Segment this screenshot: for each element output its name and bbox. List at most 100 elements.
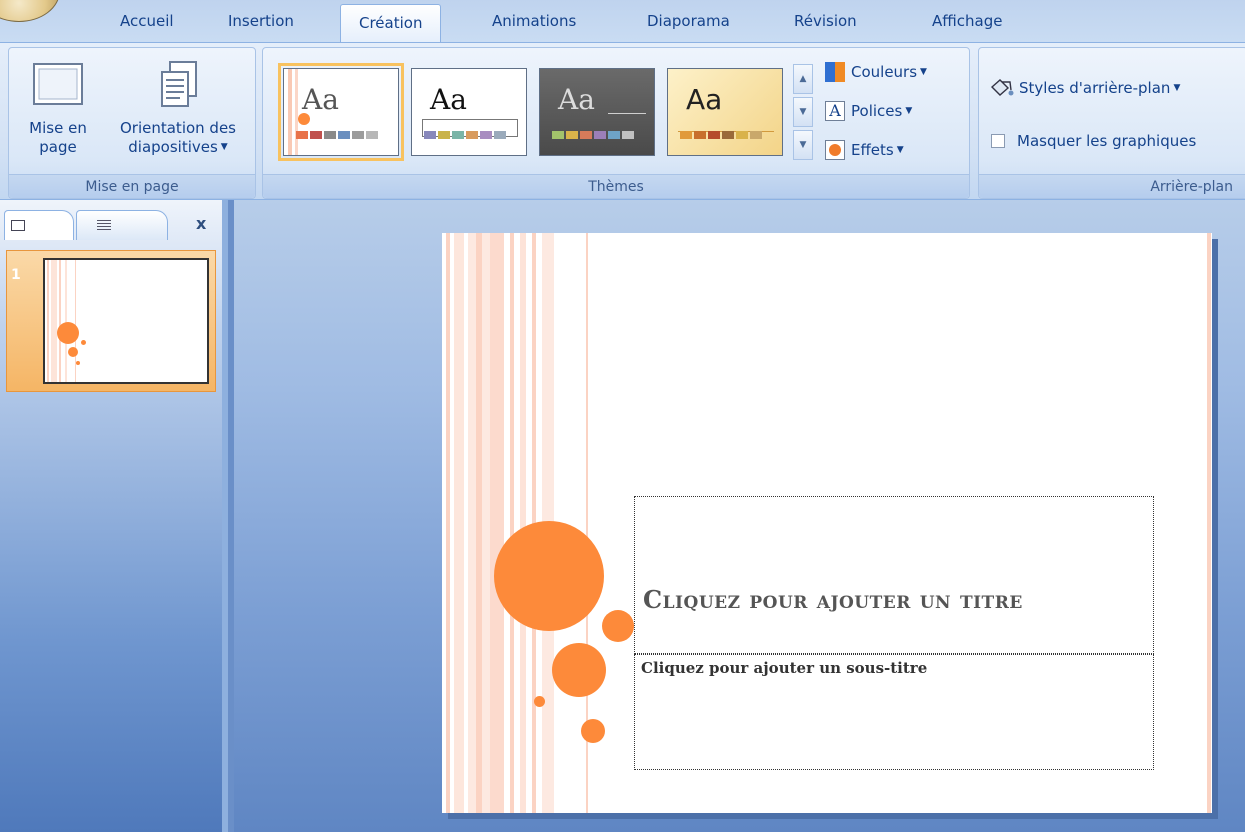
- slide-number: 1: [11, 267, 21, 283]
- slide-stripe: [1207, 233, 1211, 813]
- polices-button[interactable]: A Polices ▼: [825, 101, 912, 121]
- decor-circle: [581, 719, 605, 743]
- ribbon-tab-bar: Accueil Insertion Création Animations Di…: [0, 0, 1245, 44]
- background-styles-label: Styles d'arrière-plan: [1019, 79, 1171, 97]
- slide-subtitle-text: Cliquez pour ajouter un sous-titre: [641, 659, 928, 677]
- theme-thumbnail-2[interactable]: Aa: [411, 68, 527, 156]
- outline-icon: [97, 220, 111, 231]
- page-setup-icon: [33, 63, 83, 105]
- tab-creation[interactable]: Création: [340, 4, 442, 44]
- group-themes: Aa Aa Aa Aa ▲ ▼ ▼ Couleurs ▼ A Polices ▼…: [262, 47, 970, 199]
- slide-title-text: Cliquez pour ajouter un titre: [643, 585, 1023, 614]
- theme-stripe: [288, 69, 292, 155]
- theme-color-swatch: [424, 131, 508, 139]
- couleurs-button[interactable]: Couleurs ▼: [825, 62, 927, 82]
- theme-preview-text: Aa: [302, 83, 339, 116]
- thumb-stripe: [51, 260, 57, 382]
- thumb-stripe: [47, 260, 49, 382]
- slide-stripe: [520, 233, 526, 813]
- checkbox-icon[interactable]: [991, 134, 1005, 148]
- slide-stripe: [490, 233, 504, 813]
- slide-thumbnail-1[interactable]: 1: [6, 250, 216, 392]
- effets-button[interactable]: Effets ▼: [825, 140, 904, 160]
- decor-circle-large: [494, 521, 604, 631]
- theme-color-swatch: [552, 131, 636, 139]
- dropdown-arrow-icon: ▼: [905, 106, 913, 116]
- slide-canvas[interactable]: Cliquez pour ajouter un titre Cliquez po…: [442, 233, 1212, 813]
- theme-fonts-icon: A: [825, 101, 845, 121]
- tab-animations[interactable]: Animations: [490, 0, 578, 42]
- theme-colors-icon: [825, 62, 845, 82]
- decor-circle-medium: [552, 643, 606, 697]
- theme-gallery-scroll: ▲ ▼ ▼: [793, 64, 813, 160]
- hide-graphics-checkbox[interactable]: Masquer les graphiques: [991, 132, 1196, 150]
- theme-thumbnail-3[interactable]: Aa: [539, 68, 655, 156]
- tab-outline[interactable]: [76, 210, 168, 240]
- dropdown-arrow-icon: ▼: [896, 145, 904, 155]
- tab-accueil[interactable]: Accueil: [118, 0, 176, 42]
- slide-orientation-icon: [161, 61, 197, 107]
- background-styles-button[interactable]: Styles d'arrière-plan ▼: [989, 78, 1180, 98]
- theme-thumbnail-4[interactable]: Aa: [667, 68, 783, 156]
- orientation-button[interactable]: Orientation des diapositives ▼: [105, 54, 251, 157]
- group-arriere-plan: Styles d'arrière-plan ▼ Masquer les graph…: [978, 47, 1245, 199]
- theme-thumbnail-office[interactable]: Aa: [278, 63, 404, 161]
- slide-thumbnail-preview: [43, 258, 209, 384]
- gallery-scroll-up-icon[interactable]: ▲: [793, 64, 813, 94]
- theme-stripe: [295, 69, 298, 155]
- slide-stripe: [510, 233, 514, 813]
- slides-panel: x 1: [0, 200, 228, 832]
- polices-label: Polices: [851, 102, 903, 120]
- thumb-circle: [76, 361, 80, 365]
- group-label-arriere-plan: Arrière-plan: [979, 174, 1245, 198]
- office-button[interactable]: [0, 0, 60, 22]
- orientation-label-1: Orientation des: [119, 119, 236, 137]
- slide-stripe: [476, 233, 482, 813]
- close-icon[interactable]: x: [196, 214, 206, 233]
- group-mise-en-page: Mise en page Orientation des diapositive…: [8, 47, 256, 199]
- thumb-circle: [68, 347, 78, 357]
- decor-circle: [602, 610, 634, 642]
- decor-circle-small: [534, 696, 545, 707]
- ribbon: Mise en page Orientation des diapositive…: [0, 42, 1245, 200]
- orientation-label-text: diapositives: [128, 138, 218, 156]
- thumb-circle: [81, 340, 86, 345]
- thumb-stripe: [59, 260, 61, 382]
- effects-circle: [829, 144, 841, 156]
- hide-graphics-label: Masquer les graphiques: [1017, 132, 1197, 150]
- group-label-themes: Thèmes: [263, 174, 969, 198]
- slide-editor-area: Cliquez pour ajouter un titre Cliquez po…: [234, 200, 1245, 832]
- theme-effects-icon: [825, 140, 845, 160]
- theme-preview-text: Aa: [558, 83, 595, 116]
- paint-bucket-icon: [990, 79, 1014, 96]
- theme-color-swatch: [296, 131, 380, 139]
- thumb-stripe: [75, 260, 76, 382]
- thumb-circle: [57, 322, 79, 344]
- theme-line: [608, 113, 646, 114]
- tab-insertion[interactable]: Insertion: [226, 0, 296, 42]
- page-setup-label-2: page: [39, 138, 77, 156]
- slides-icon: [11, 220, 25, 231]
- group-label-mise-en-page: Mise en page: [9, 174, 255, 198]
- theme-color-swatch: [680, 131, 764, 139]
- title-placeholder[interactable]: Cliquez pour ajouter un titre: [634, 496, 1154, 654]
- dropdown-arrow-icon: ▼: [1173, 83, 1181, 93]
- gallery-more-icon[interactable]: ▼: [793, 130, 813, 160]
- tab-diaporama[interactable]: Diaporama: [645, 0, 732, 42]
- orientation-label-2: diapositives ▼: [105, 138, 251, 157]
- tab-affichage[interactable]: Affichage: [930, 0, 1004, 42]
- couleurs-label: Couleurs: [851, 63, 918, 81]
- page-setup-button[interactable]: Mise en page: [13, 54, 103, 157]
- effets-label: Effets: [851, 141, 894, 159]
- tab-revision[interactable]: Révision: [792, 0, 859, 42]
- dropdown-arrow-icon: ▼: [220, 142, 228, 152]
- slide-stripe: [446, 233, 450, 813]
- gallery-scroll-down-icon[interactable]: ▼: [793, 97, 813, 127]
- subtitle-placeholder[interactable]: Cliquez pour ajouter un sous-titre: [634, 654, 1154, 770]
- page-setup-label-1: Mise en: [29, 119, 87, 137]
- dropdown-arrow-icon: ▼: [920, 67, 927, 77]
- slide-stripe: [454, 233, 464, 813]
- theme-preview-text: Aa: [430, 83, 467, 116]
- theme-preview-text: Aa: [686, 83, 723, 116]
- tab-slides[interactable]: [4, 210, 74, 240]
